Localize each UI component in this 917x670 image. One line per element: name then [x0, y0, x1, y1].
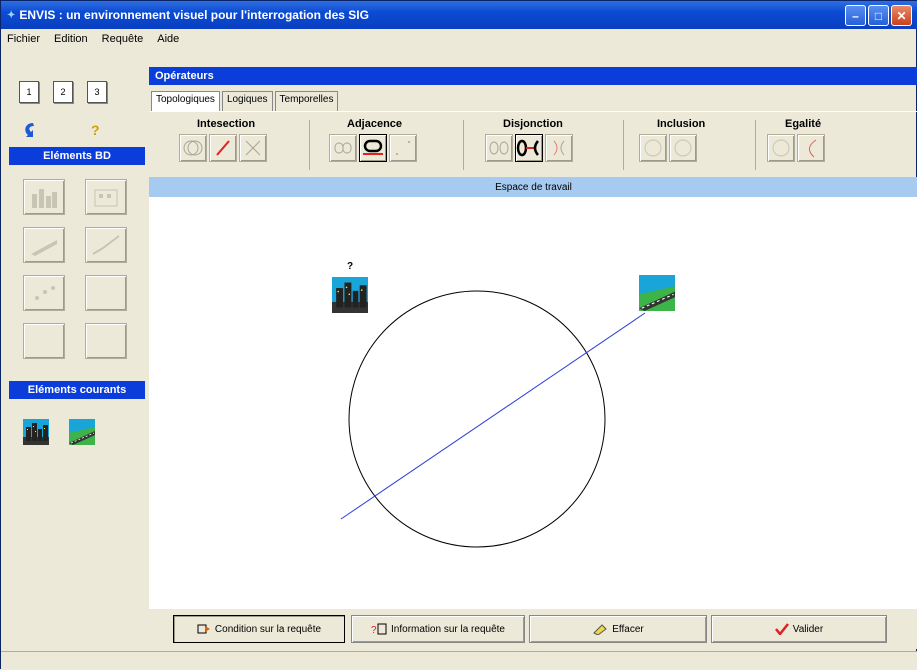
menu-requete[interactable]: Requête: [100, 33, 146, 45]
unknown-marker: ?: [347, 261, 353, 272]
doc-button-1[interactable]: 1: [19, 81, 39, 103]
group-disjonction: Disjonction: [485, 118, 573, 162]
city-icon: [32, 189, 57, 208]
arcs-icon: [553, 140, 565, 156]
operators-header: Opérateurs: [149, 67, 917, 85]
help-icon[interactable]: ?: [91, 122, 100, 138]
dots-icon: [396, 141, 410, 155]
intersection-cross-button[interactable]: [239, 134, 267, 162]
disjonction-arc-button[interactable]: [545, 134, 573, 162]
app-window: ✦ ENVIS : un environnement visuel pour l…: [0, 0, 917, 670]
current-city-icon[interactable]: [23, 419, 49, 445]
disjoint-line-icon: [516, 139, 539, 157]
operator-tabs: Topologiques Logiques Temporelles: [151, 91, 340, 111]
status-bar: [1, 651, 917, 670]
menu-aide[interactable]: Aide: [155, 33, 181, 45]
tab-topologiques[interactable]: Topologiques: [151, 91, 220, 111]
workspace-canvas[interactable]: ?: [149, 197, 917, 609]
current-road-icon[interactable]: [69, 419, 95, 445]
bd-city-button[interactable]: [23, 179, 65, 215]
inclusion-circle-2-button[interactable]: [669, 134, 697, 162]
inclusion-circle-button[interactable]: [639, 134, 667, 162]
workspace-drawing: ?: [340, 261, 646, 548]
minimize-button[interactable]: –: [845, 5, 866, 26]
app-icon: ✦: [7, 9, 16, 21]
overlap-circles-icon: [183, 140, 203, 156]
group-egalite: Egalité: [767, 118, 825, 162]
group-inclusion: Inclusion: [639, 118, 705, 162]
bd-building-button[interactable]: [85, 179, 127, 215]
current-elements-header: Eléments courants: [9, 381, 145, 399]
cross-icon: [245, 140, 261, 156]
valider-button[interactable]: Valider: [711, 615, 887, 643]
building-icon: [94, 189, 118, 207]
doc-button-2[interactable]: 2: [53, 81, 73, 103]
equal-circle-icon: [772, 139, 790, 157]
group-intersection: Intesection: [179, 118, 267, 162]
eraser-icon: [593, 624, 608, 635]
inclusion-circle-icon: [644, 139, 662, 157]
doc-button-3[interactable]: 3: [87, 81, 107, 103]
tab-temporelles[interactable]: Temporelles: [274, 91, 339, 111]
intersection-line-button[interactable]: [209, 134, 237, 162]
egalite-arc-button[interactable]: [797, 134, 825, 162]
action-bar: Condition sur la requête ? Information s…: [149, 609, 917, 649]
checkmark-icon: [774, 623, 789, 635]
left-panel: 1 2 3 ? Eléments BD Eléments courants: [9, 67, 145, 657]
info-query-icon: ?: [371, 623, 387, 635]
group-adjacence: Adjacence: [329, 118, 417, 162]
disjonction-line-button[interactable]: [515, 134, 543, 162]
touching-shapes-icon: [334, 142, 352, 154]
road-icon: [31, 240, 57, 256]
information-button[interactable]: ? Information sur la requête: [351, 615, 525, 643]
title-bar: ✦ ENVIS : un environnement visuel pour l…: [1, 1, 917, 29]
inclusion-circle-2-icon: [674, 139, 692, 157]
elements-bd-header: Eléments BD: [9, 147, 145, 165]
close-button[interactable]: ✕: [891, 5, 912, 26]
disjonction-separate-button[interactable]: [485, 134, 513, 162]
egalite-circle-button[interactable]: [767, 134, 795, 162]
points-icon: [35, 286, 55, 300]
bd-empty-button-2[interactable]: [23, 323, 65, 359]
menu-edition[interactable]: Edition: [52, 33, 90, 45]
road-line[interactable]: [340, 312, 646, 520]
tab-logiques[interactable]: Logiques: [221, 91, 273, 111]
window-title: ENVIS : un environnement visuel pour l'i…: [19, 8, 369, 22]
svg-text:?: ?: [371, 625, 377, 635]
condition-icon: [197, 624, 210, 634]
region-circle[interactable]: [348, 290, 606, 548]
separate-circles-icon: [489, 141, 509, 155]
bd-point-button[interactable]: [23, 275, 65, 311]
topological-operators-panel: Intesection Adjacence Disjonction Inclus…: [149, 111, 917, 175]
menu-bar: Fichier Edition Requête Aide: [1, 29, 917, 49]
line-icon: [92, 235, 120, 255]
bd-line-button[interactable]: [85, 227, 127, 263]
effacer-button[interactable]: Effacer: [529, 615, 707, 643]
adjacence-point-button[interactable]: [389, 134, 417, 162]
workspace-city-icon[interactable]: [332, 277, 368, 313]
intersection-overlap-button[interactable]: [179, 134, 207, 162]
workspace-header: Espace de travail: [149, 177, 917, 197]
condition-button[interactable]: Condition sur la requête: [173, 615, 345, 643]
adjacence-touch-button[interactable]: [329, 134, 357, 162]
line-adjacent-icon: [363, 139, 383, 155]
bd-road-button[interactable]: [23, 227, 65, 263]
menu-fichier[interactable]: Fichier: [5, 33, 42, 45]
maximize-button[interactable]: □: [868, 5, 889, 26]
equal-arc-icon: [809, 139, 817, 158]
adjacence-line-button[interactable]: [359, 134, 387, 162]
bd-empty-button-1[interactable]: [85, 275, 127, 311]
workspace-road-icon[interactable]: [639, 275, 675, 311]
undo-icon[interactable]: [19, 119, 41, 141]
bd-empty-button-3[interactable]: [85, 323, 127, 359]
red-line-icon: [216, 140, 230, 156]
